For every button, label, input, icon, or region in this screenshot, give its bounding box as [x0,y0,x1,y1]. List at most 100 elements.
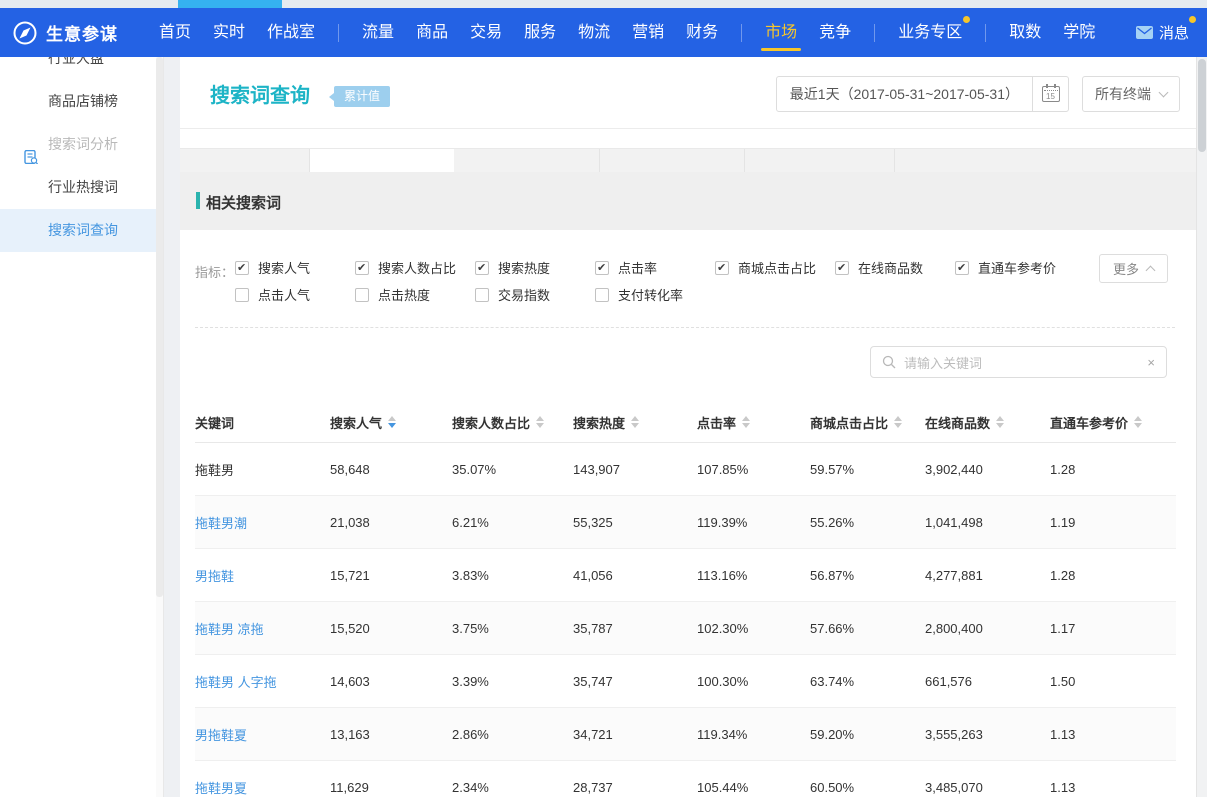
checkbox-checked-icon[interactable] [595,261,609,275]
nav-item-服务[interactable]: 服务 [524,8,556,57]
date-range-text[interactable]: 最近1天（2017-05-31~2017-05-31） [777,77,1032,111]
keyword-search-input[interactable]: 请输入关键词 × [870,346,1167,378]
checkbox-checked-icon[interactable] [355,261,369,275]
checkbox-checked-icon[interactable] [715,261,729,275]
value-cell: 59.20% [810,727,925,742]
sort-arrows-icon[interactable] [388,416,396,428]
checkbox-checked-icon[interactable] [955,261,969,275]
checkbox-checked-icon[interactable] [475,261,489,275]
nav-item-商品[interactable]: 商品 [416,8,448,57]
sidebar-scrollbar[interactable] [156,57,163,797]
metric-checkbox-搜索人数占比[interactable]: 搜索人数占比 [355,258,475,277]
main-vertical-scrollbar[interactable] [1196,57,1207,797]
metric-checkbox-搜索热度[interactable]: 搜索热度 [475,258,595,277]
checkbox-icon[interactable] [475,288,489,302]
keyword-link[interactable]: 男拖鞋夏 [195,728,247,743]
column-header-搜索人数占比[interactable]: 搜索人数占比 [452,413,573,432]
tab-1[interactable] [180,149,310,172]
keyword-link[interactable]: 拖鞋男 凉拖 [195,622,264,637]
value-cell: 3,485,070 [925,780,1050,795]
checkbox-icon[interactable] [235,288,249,302]
tab-4[interactable] [600,149,745,172]
nav-item-竞争[interactable]: 竞争 [819,8,851,57]
checkbox-icon[interactable] [595,288,609,302]
sort-desc-icon[interactable] [996,423,1004,428]
sidebar-item-行业热搜词[interactable]: 行业热搜词 [0,166,163,209]
terminal-select[interactable]: 所有终端 [1082,76,1180,112]
brand-logo[interactable]: 生意参谋 [12,20,118,46]
keyword-link[interactable]: 拖鞋男潮 [195,516,247,531]
column-header-商城点击占比[interactable]: 商城点击占比 [810,413,925,432]
sidebar-item-行业大盘[interactable]: 行业大盘 [0,57,163,80]
tab-5[interactable] [745,149,895,172]
sort-desc-icon[interactable] [536,423,544,428]
metric-checkbox-点击率[interactable]: 点击率 [595,258,715,277]
metric-checkbox-商城点击占比[interactable]: 商城点击占比 [715,258,835,277]
column-header-搜索热度[interactable]: 搜索热度 [573,413,697,432]
sort-arrows-icon[interactable] [996,416,1004,428]
keyword-link[interactable]: 拖鞋男 人字拖 [195,675,277,690]
checkbox-checked-icon[interactable] [235,261,249,275]
sort-asc-icon[interactable] [536,416,544,421]
nav-item-交易[interactable]: 交易 [470,8,502,57]
clear-search-icon[interactable]: × [1147,356,1155,369]
sort-desc-icon[interactable] [742,423,750,428]
tab-6[interactable] [895,149,1196,172]
metric-checkbox-在线商品数[interactable]: 在线商品数 [835,258,955,277]
metric-checkbox-点击人气[interactable]: 点击人气 [235,285,355,304]
sidebar-item-搜索词查询[interactable]: 搜索词查询 [0,209,163,252]
tab-2[interactable] [310,149,455,172]
sort-asc-icon[interactable] [1134,416,1142,421]
sidebar-scrollbar-thumb[interactable] [156,57,163,597]
column-header-搜索人气[interactable]: 搜索人气 [330,413,452,432]
sort-desc-icon[interactable] [1134,423,1142,428]
sort-desc-icon[interactable] [388,423,396,428]
metric-checkbox-搜索人气[interactable]: 搜索人气 [235,258,355,277]
nav-item-业务专区[interactable]: 业务专区 [898,8,962,57]
horizontal-scrollbar-thumb[interactable] [178,0,282,8]
tab-3[interactable] [455,149,600,172]
sort-asc-icon[interactable] [894,416,902,421]
keyword-link[interactable]: 男拖鞋 [195,569,234,584]
metric-checkbox-点击热度[interactable]: 点击热度 [355,285,475,304]
page-header: 搜索词查询 累计值 最近1天（2017-05-31~2017-05-31） 15… [180,57,1196,148]
column-header-直通车参考价[interactable]: 直通车参考价 [1050,413,1176,432]
sort-asc-icon[interactable] [631,416,639,421]
sidebar-item-商品店铺榜[interactable]: 商品店铺榜 [0,80,163,123]
nav-item-实时[interactable]: 实时 [213,8,245,57]
sort-arrows-icon[interactable] [536,416,544,428]
column-header-在线商品数[interactable]: 在线商品数 [925,413,1050,432]
sort-desc-icon[interactable] [894,423,902,428]
metric-checkbox-支付转化率[interactable]: 支付转化率 [595,285,715,304]
nav-item-物流[interactable]: 物流 [578,8,610,57]
nav-item-首页[interactable]: 首页 [159,8,191,57]
nav-item-作战室[interactable]: 作战室 [267,8,315,57]
nav-item-财务[interactable]: 财务 [686,8,718,57]
nav-item-学院[interactable]: 学院 [1063,8,1095,57]
sort-arrows-icon[interactable] [894,416,902,428]
sort-asc-icon[interactable] [388,416,396,421]
metric-checkbox-直通车参考价[interactable]: 直通车参考价 [955,258,1075,277]
sort-arrows-icon[interactable] [631,416,639,428]
calendar-button[interactable]: 15 [1032,76,1068,112]
checkbox-checked-icon[interactable] [835,261,849,275]
nav-item-市场[interactable]: 市场 [765,8,797,57]
sort-arrows-icon[interactable] [1134,416,1142,428]
messages-button[interactable]: 消息 [1136,22,1189,43]
value-cell: 3,902,440 [925,462,1050,477]
nav-item-取数[interactable]: 取数 [1009,8,1041,57]
metric-checkbox-交易指数[interactable]: 交易指数 [475,285,595,304]
sort-asc-icon[interactable] [996,416,1004,421]
top-navbar: 生意参谋 首页实时作战室流量商品交易服务物流营销财务市场竞争业务专区取数学院 消… [0,8,1207,57]
vertical-scrollbar-thumb[interactable] [1198,59,1206,152]
checkbox-icon[interactable] [355,288,369,302]
page-horizontal-scrollbar[interactable] [0,0,1207,8]
sort-desc-icon[interactable] [631,423,639,428]
nav-item-流量[interactable]: 流量 [362,8,394,57]
keyword-link[interactable]: 拖鞋男夏 [195,781,247,796]
sort-arrows-icon[interactable] [742,416,750,428]
more-button[interactable]: 更多 [1099,254,1168,283]
sort-asc-icon[interactable] [742,416,750,421]
column-header-点击率[interactable]: 点击率 [697,413,810,432]
nav-item-营销[interactable]: 营销 [632,8,664,57]
